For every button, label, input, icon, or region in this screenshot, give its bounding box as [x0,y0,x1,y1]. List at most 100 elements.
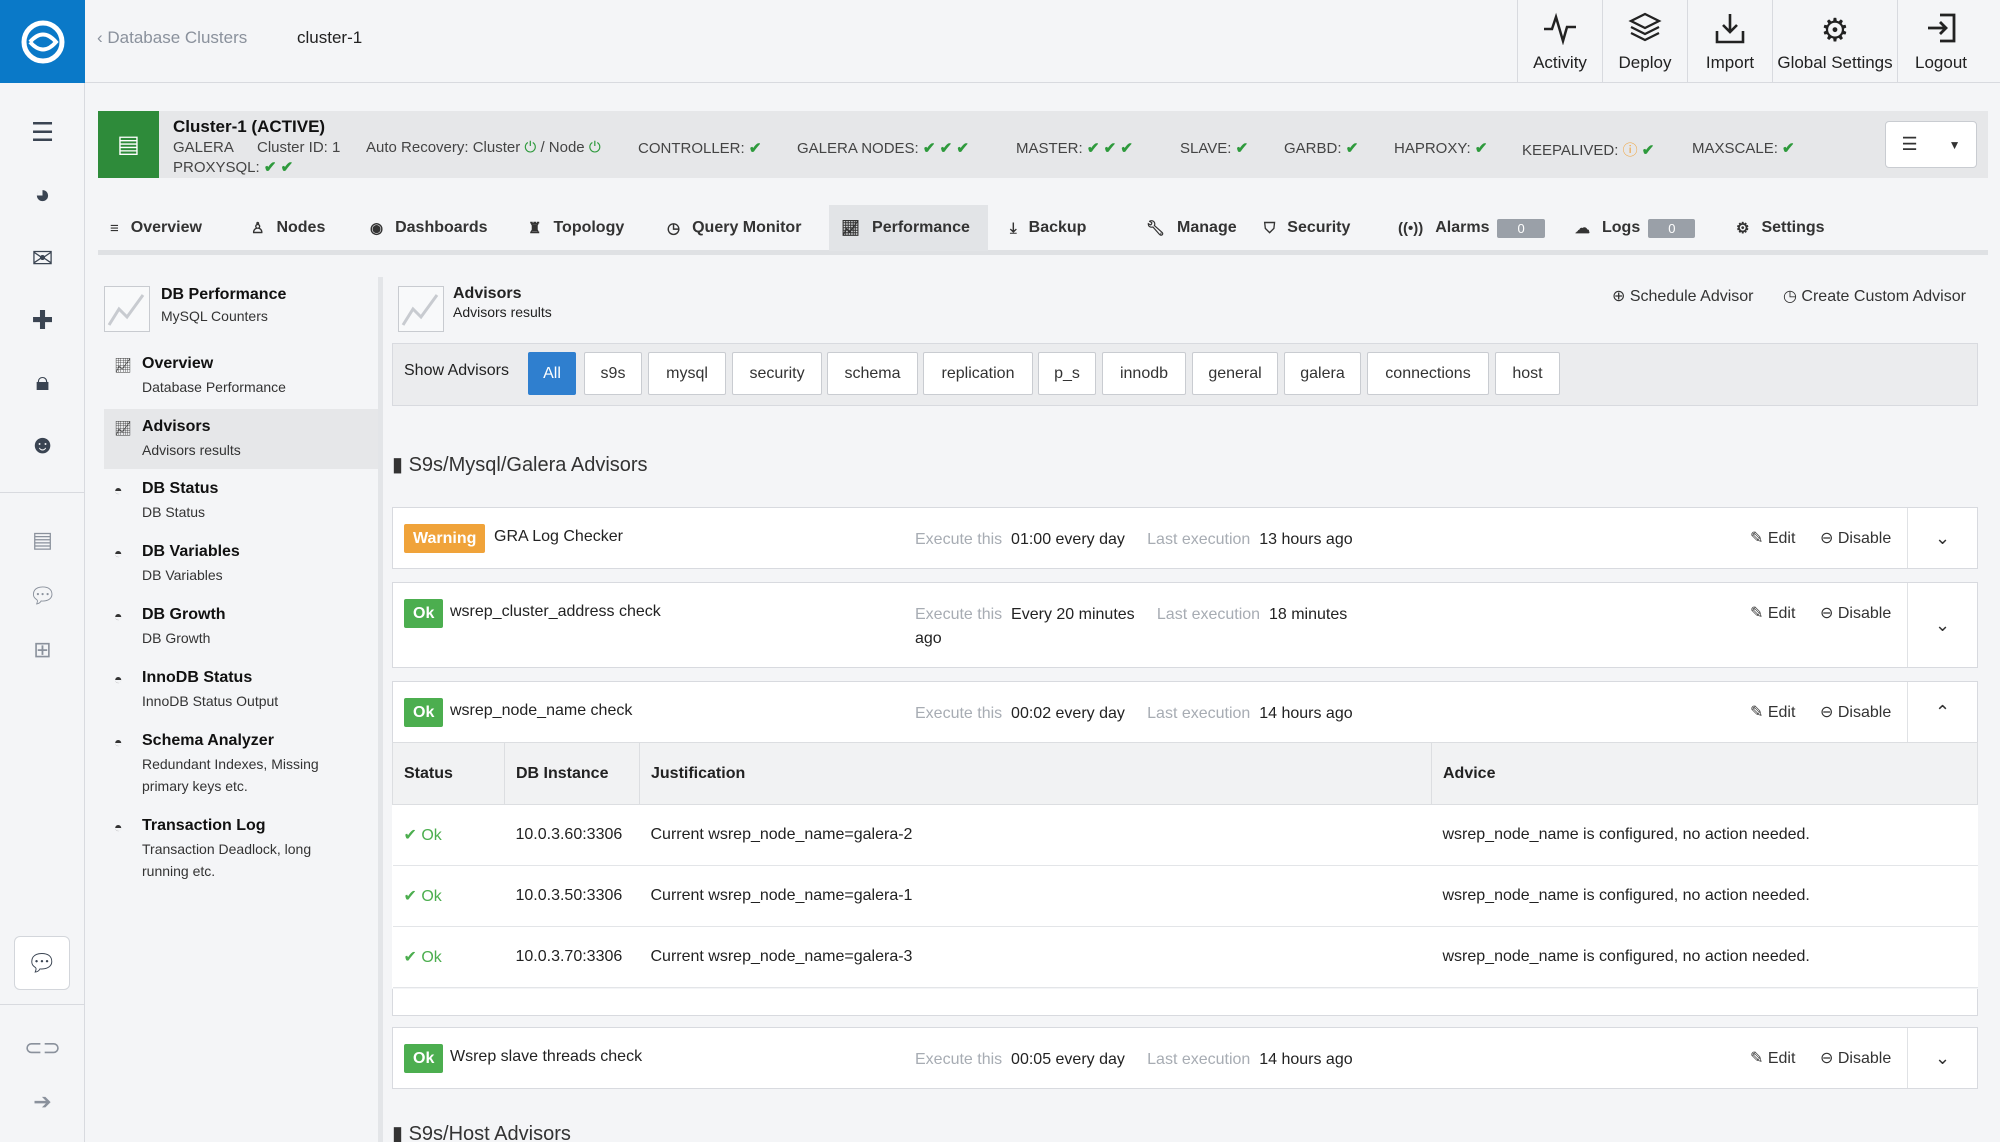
check-icon[interactable]: ✔ [1346,140,1359,157]
check-icon[interactable]: ✔ [1642,142,1655,159]
users-icon[interactable]: ☻ [0,424,85,464]
tab-alarms[interactable]: ((•)) Alarms 0 [1386,205,1557,251]
sidebar-item-db-growth[interactable]: ◓ DB Growth DB Growth [104,606,378,649]
filter-general-button[interactable]: general [1192,352,1278,395]
chat-button[interactable]: 💬︎ [14,936,70,990]
check-icon[interactable]: ✔ [1104,140,1117,157]
global-settings-button[interactable]: ⚙ Global Settings [1772,0,1897,83]
mail-icon[interactable]: ✉ [0,238,85,278]
expand-arrow-icon[interactable]: ➔ [0,1082,85,1122]
filter-galera-button[interactable]: galera [1284,352,1361,395]
check-icon[interactable]: ✔ [1087,140,1100,157]
tab-backup[interactable]: ⤓ Backup [998,205,1098,251]
app-logo[interactable] [0,0,85,83]
sidebar-item-db-variables[interactable]: ◓ DB Variables DB Variables [104,543,378,586]
pie-chart-icon[interactable]: ◕ [0,174,85,214]
tab-overview[interactable]: ≡ Overview [98,205,214,251]
gears-icon: ⚙ [1820,11,1850,48]
filter-replication-button[interactable]: replication [923,352,1033,395]
toggle-icon[interactable]: ⊂⊃ [0,1028,85,1068]
disable-button[interactable]: ⊖ Disable [1820,702,1891,722]
collapse-toggle[interactable]: ⌃ [1907,682,1977,742]
check-icon: ✔ [748,140,762,157]
disable-button[interactable]: ⊖ Disable [1820,528,1891,548]
filter-s9s-button[interactable]: s9s [584,352,642,395]
edit-button[interactable]: ✎ Edit [1750,702,1795,722]
tab-dashboards[interactable]: ◉ Dashboards [358,205,500,251]
gear-icon: ⚙ [1736,220,1750,237]
warning-icon[interactable]: ⓘ [1623,142,1638,159]
check-icon[interactable]: ✔ [1475,140,1488,157]
logout-button[interactable]: Logout [1897,0,1984,83]
tab-manage[interactable]: 🔧︎ Manage [1134,205,1249,251]
sidebar-item-db-status[interactable]: ◓ DB Status DB Status [104,480,378,523]
create-custom-advisor-link[interactable]: ◷ Create Custom Advisor [1783,286,1966,306]
column-header-advice[interactable]: Advice [1431,742,1978,805]
filter-all-button[interactable]: All [528,352,576,395]
sidebar-item-schema-analyzer[interactable]: ◓ Schema Analyzer Redundant Indexes, Mis… [104,732,378,797]
expand-toggle[interactable]: ⌄ [1907,508,1977,568]
check-icon[interactable]: ✔ [264,159,277,176]
sidebar-item-subtitle: Redundant Indexes, Missing [142,756,319,772]
gift-icon[interactable]: ⊞ [0,630,85,670]
row-status: ✔︎ Ok [392,804,505,866]
chevron-up-icon: ⌃ [1934,701,1951,722]
maxscale-label: MAXSCALE: [1692,140,1778,157]
check-icon[interactable]: ✔ [923,140,936,157]
schedule-advisor-link[interactable]: ⊕ Schedule Advisor [1612,286,1754,306]
edit-button[interactable]: ✎ Edit [1750,1048,1795,1068]
disable-button[interactable]: ⊖ Disable [1820,603,1891,623]
check-icon[interactable]: ✔ [1120,140,1133,157]
filter-innodb-button[interactable]: innodb [1102,352,1186,395]
column-header-db-instance[interactable]: DB Instance [504,742,640,805]
activity-button[interactable]: Activity [1517,0,1602,83]
tab-performance[interactable]: 📈︎ Performance [829,205,988,251]
tab-topology[interactable]: ♜ Topology [516,205,636,251]
disable-button[interactable]: ⊖ Disable [1820,1048,1891,1068]
tab-security[interactable]: ⛉ Security [1252,205,1362,251]
tab-settings[interactable]: ⚙ Settings [1724,205,1837,251]
comment-icon[interactable]: 💬︎ [0,576,85,616]
tab-label: Backup [1028,219,1087,236]
cluster-actions-dropdown[interactable]: ☰ ▼ [1885,121,1977,168]
status-text: Ok [421,949,442,966]
tab-query-monitor[interactable]: ◷ Query Monitor [655,205,813,251]
check-icon[interactable]: ✔ [940,140,953,157]
filter-mysql-button[interactable]: mysql [648,352,726,395]
tab-logs[interactable]: ☁ Logs 0 [1563,205,1707,251]
keepalived-label: KEEPALIVED: [1522,142,1619,159]
filter-schema-button[interactable]: schema [827,352,918,395]
lock-icon[interactable]: 🔒︎ [0,362,85,402]
cluster-power-icon[interactable]: ⏻ [524,139,536,156]
tab-nodes[interactable]: ♙ Nodes [239,205,337,251]
edit-button[interactable]: ✎ Edit [1750,528,1795,548]
edit-button[interactable]: ✎ Edit [1750,603,1795,623]
deploy-button[interactable]: Deploy [1602,0,1687,83]
controller-label: CONTROLLER: [638,140,745,157]
puzzle-icon[interactable]: ✚ [0,300,85,340]
filter-connections-button[interactable]: connections [1367,352,1489,395]
sidebar-item-overview[interactable]: 📈︎ Overview Database Performance [104,355,378,403]
server-list-icon[interactable]: ☰ [0,112,85,152]
expand-toggle[interactable]: ⌄ [1907,583,1977,667]
node-power-icon[interactable]: ⏻ [589,139,601,156]
column-header-justification[interactable]: Justification [639,742,1432,805]
sidebar-item-advisors[interactable]: 📈︎ Advisors Advisors results [104,409,378,469]
import-button[interactable]: Import [1687,0,1772,83]
expand-toggle[interactable]: ⌄ [1907,1028,1977,1088]
filter-host-button[interactable]: host [1495,352,1560,395]
filter-p-s-button[interactable]: p_s [1038,352,1096,395]
sidebar-item-innodb-status[interactable]: ◓ InnoDB Status InnoDB Status Output [104,669,378,712]
check-icon[interactable]: ✔ [956,140,969,157]
check-icon[interactable]: ✔ [1236,140,1249,157]
radio-icon: ((•)) [1398,219,1424,237]
haproxy-label: HAPROXY: [1394,140,1471,157]
filter-security-button[interactable]: security [732,352,822,395]
breadcrumb-back-link[interactable]: ‹ Database Clusters [97,28,247,48]
sidebar-item-transaction-log[interactable]: ◓ Transaction Log Transaction Deadlock, … [104,817,378,882]
minus-circle-icon: ⊖ [1820,530,1834,547]
book-icon[interactable]: ▤ [0,520,85,560]
column-header-status[interactable]: Status [392,742,505,805]
check-icon[interactable]: ✔ [281,159,294,176]
check-icon[interactable]: ✔ [1782,140,1795,157]
